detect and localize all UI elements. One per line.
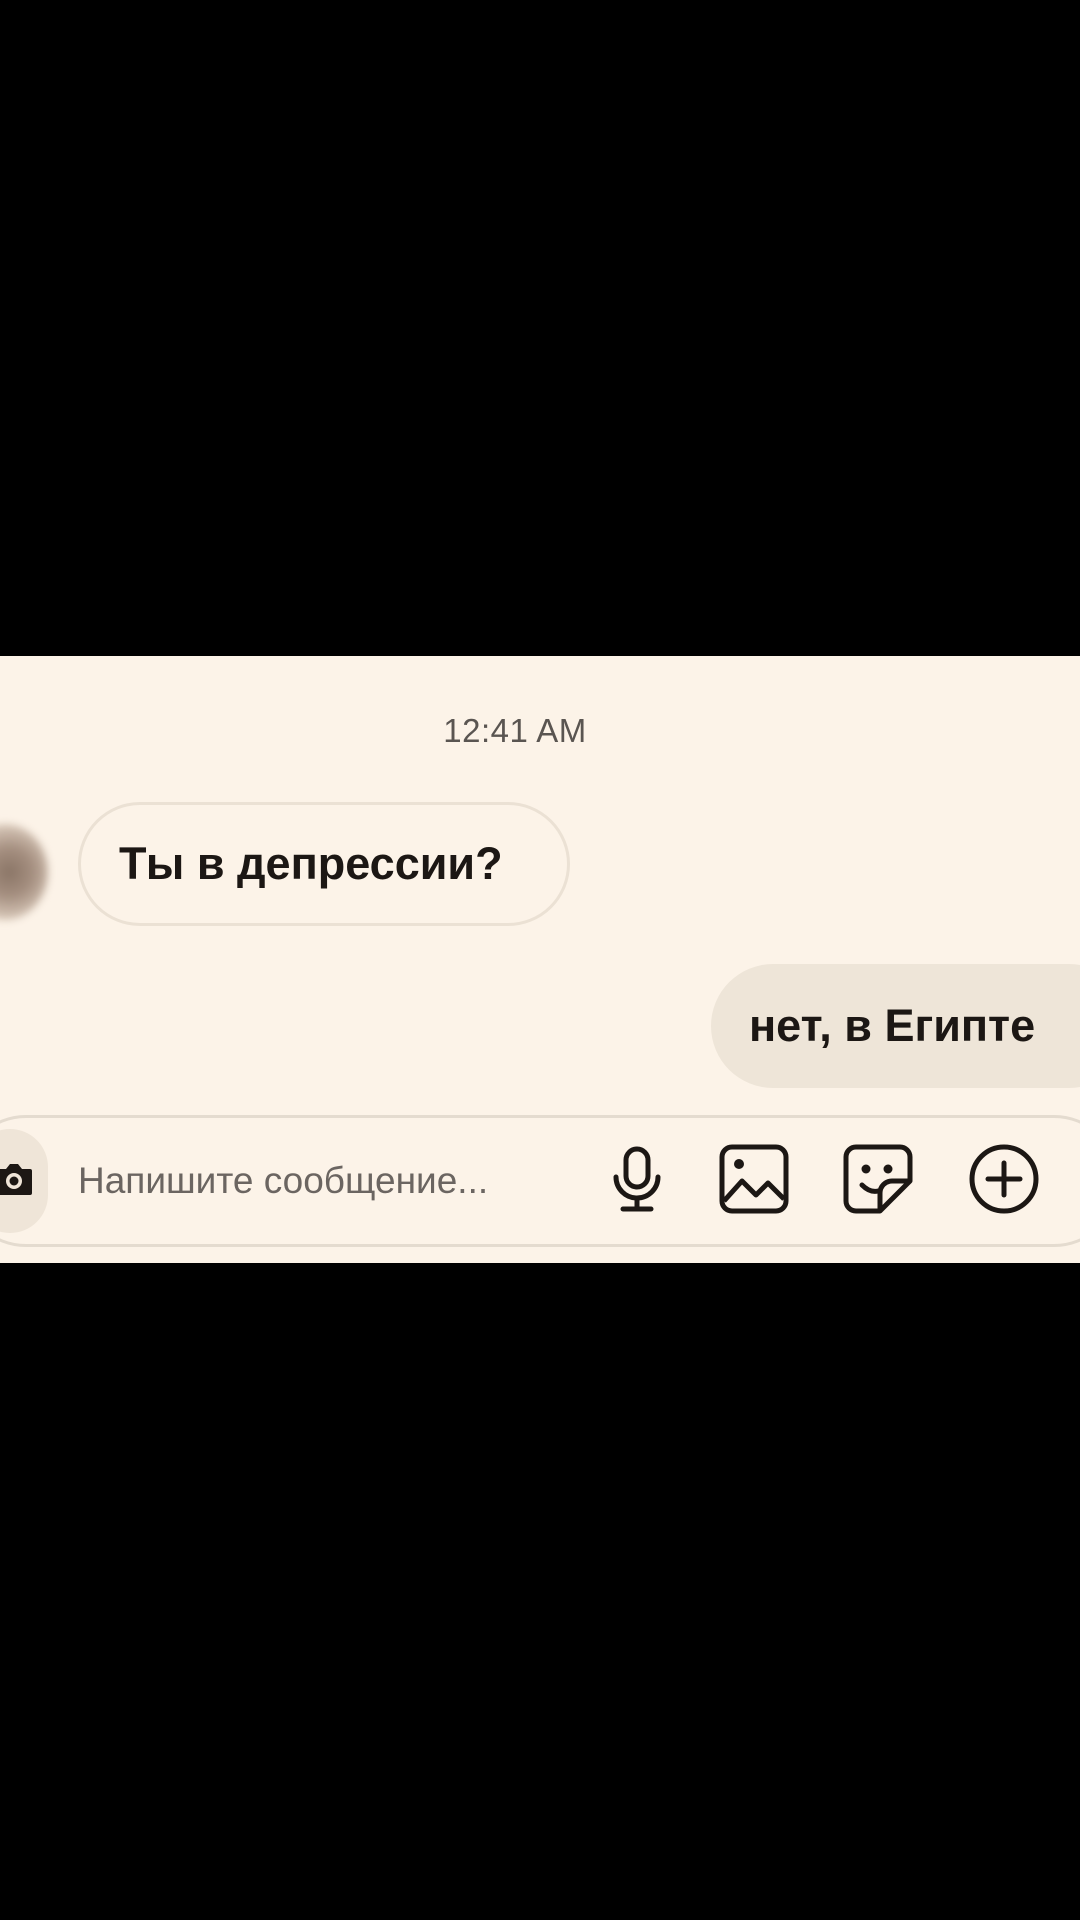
add-attachment-button[interactable] <box>960 1137 1048 1225</box>
plus-icon <box>968 1143 1040 1220</box>
sticker-icon <box>842 1143 914 1220</box>
camera-icon <box>0 1161 34 1202</box>
contact-avatar[interactable] <box>0 824 48 920</box>
incoming-message-text: Ты в депрессии? <box>119 838 503 889</box>
microphone-icon <box>609 1145 665 1218</box>
letterbox-top <box>0 0 1080 656</box>
gallery-button[interactable] <box>710 1137 798 1225</box>
chat-panel: 12:41 AM Ты в депрессии? нет, в Египте <box>0 656 1080 1263</box>
outgoing-message-text: нет, в Египте <box>749 1000 1036 1051</box>
letterbox-bottom <box>0 1263 1080 1920</box>
message-timestamp: 12:41 AM <box>443 712 587 749</box>
microphone-button[interactable] <box>593 1137 681 1225</box>
outgoing-message-bubble[interactable]: нет, в Египте <box>711 964 1080 1088</box>
gallery-icon <box>718 1143 790 1220</box>
incoming-message-bubble[interactable]: Ты в депрессии? <box>78 802 570 926</box>
message-input[interactable] <box>78 1146 578 1216</box>
sticker-button[interactable] <box>834 1137 922 1225</box>
